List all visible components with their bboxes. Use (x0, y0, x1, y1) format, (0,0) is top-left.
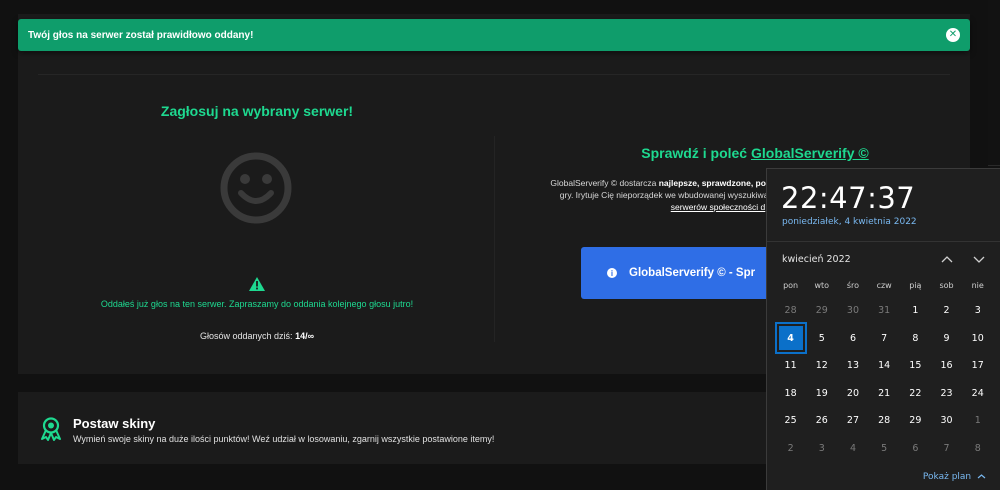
calendar-day[interactable]: 18 (775, 380, 806, 408)
calendar-day[interactable]: 29 (806, 297, 837, 325)
calendar-day[interactable]: 6 (900, 435, 931, 463)
clock-time: 22:47:37 (781, 181, 916, 215)
calendar-day[interactable]: 30 (837, 297, 868, 325)
success-toast: Twój głos na serwer został prawidłowo od… (18, 19, 970, 51)
calendar-day[interactable]: 17 (962, 352, 993, 380)
calendar-day[interactable]: 1 (962, 407, 993, 435)
weekday-label: czw (876, 281, 892, 290)
votes-today-label: Głosów oddanych dziś: (199, 331, 293, 341)
weekday-label: pią (909, 281, 922, 290)
calendar-day[interactable]: 25 (775, 407, 806, 435)
calendar-day[interactable]: 5 (869, 435, 900, 463)
close-icon[interactable]: ✕ (946, 28, 960, 42)
smiley-icon (220, 152, 292, 224)
show-plan-label: Pokaż plan (922, 472, 972, 482)
skins-subtitle: Wymień swoje skiny na duże ilości punktó… (73, 434, 495, 444)
recommend-title-prefix: Sprawdź i poleć (641, 145, 748, 161)
vote-title: Zagłosuj na wybrany serwer! (160, 103, 354, 119)
calendar-day[interactable]: 21 (869, 380, 900, 408)
votes-today: Głosów oddanych dziś: 14/∞ (20, 331, 494, 341)
show-plan-link[interactable]: Pokaż plan (923, 472, 986, 482)
calendar-day[interactable]: 5 (806, 325, 837, 353)
chevron-up-icon[interactable] (939, 253, 955, 265)
weekday-label: nie (971, 281, 984, 290)
calendar-days-grid: 28 29 30 31 1 2 3 4 5 6 7 8 9 10 11 12 13 14 15 16 17 18 19 20 2… (774, 297, 993, 463)
calendar-day[interactable]: 22 (900, 380, 931, 408)
weekday-header: pon wto śro czw pią sob nie (775, 281, 993, 290)
chevron-up-small-icon (977, 474, 986, 479)
community-servers-link[interactable]: serwerów społeczności d (671, 202, 765, 212)
calendar-day[interactable]: 11 (775, 352, 806, 380)
calendar-day[interactable]: 14 (869, 352, 900, 380)
calendar-day[interactable]: 26 (806, 407, 837, 435)
calendar-day[interactable]: 7 (869, 325, 900, 353)
calendar-day[interactable]: 15 (900, 352, 931, 380)
recommend-title: Sprawdź i poleć GlobalServerify © (495, 145, 1000, 161)
calendar-day[interactable]: 9 (931, 325, 962, 353)
already-voted-message: Oddałeś już głos na ten serwer. Zaprasza… (100, 299, 414, 309)
desc-part2: gry. Irytuje Cię nieporządek we wbudowan… (559, 190, 781, 200)
weekday-label: wto (814, 281, 830, 290)
globalserverify-button-label: GlobalServerify © - Spr (629, 267, 756, 279)
toast-message: Twój głos na serwer został prawidłowo od… (28, 29, 254, 41)
calendar-day[interactable]: 16 (931, 352, 962, 380)
calendar-day[interactable]: 24 (962, 380, 993, 408)
info-icon: i (607, 268, 617, 278)
column-divider (494, 136, 495, 342)
calendar-day[interactable]: 3 (962, 297, 993, 325)
desc-part1: GlobalServerify © dostarcza (550, 178, 659, 188)
calendar-day[interactable]: 20 (837, 380, 868, 408)
calendar-day[interactable]: 3 (806, 435, 837, 463)
calendar-day[interactable]: 4 (837, 435, 868, 463)
calendar-day[interactable]: 8 (900, 325, 931, 353)
globalserverify-link[interactable]: GlobalServerify © (751, 145, 869, 161)
weekday-label: śro (846, 281, 860, 290)
calendar-day[interactable]: 31 (869, 297, 900, 325)
calendar-flyout: 22:47:37 poniedziałek, 4 kwietnia 2022 k… (766, 168, 1000, 490)
calendar-day[interactable]: 2 (931, 297, 962, 325)
full-date-link[interactable]: poniedziałek, 4 kwietnia 2022 (782, 217, 917, 227)
calendar-day[interactable]: 8 (962, 435, 993, 463)
calendar-day[interactable]: 19 (806, 380, 837, 408)
warning-icon (249, 277, 265, 291)
calendar-day[interactable]: 28 (869, 407, 900, 435)
calendar-day[interactable]: 23 (931, 380, 962, 408)
calendar-day[interactable]: 30 (931, 407, 962, 435)
calendar-day[interactable]: 1 (900, 297, 931, 325)
weekday-label: sob (939, 281, 954, 290)
calendar-day[interactable]: 29 (900, 407, 931, 435)
calendar-day[interactable]: 27 (837, 407, 868, 435)
panel-divider (38, 74, 950, 75)
chevron-down-icon[interactable] (971, 253, 987, 265)
calendar-day[interactable]: 13 (837, 352, 868, 380)
calendar-day[interactable]: 12 (806, 352, 837, 380)
month-selector[interactable]: kwiecień 2022 (782, 254, 851, 265)
flyout-divider (767, 241, 1000, 242)
calendar-day[interactable]: 2 (775, 435, 806, 463)
calendar-day[interactable]: 6 (837, 325, 868, 353)
weekday-label: pon (783, 281, 799, 290)
calendar-day-today[interactable]: 4 (774, 322, 807, 355)
votes-today-value: 14/∞ (295, 331, 314, 341)
calendar-day[interactable]: 7 (931, 435, 962, 463)
skins-title: Postaw skiny (73, 416, 156, 431)
calendar-day[interactable]: 28 (775, 297, 806, 325)
calendar-day[interactable]: 10 (962, 325, 993, 353)
award-ribbon-icon (41, 417, 61, 441)
